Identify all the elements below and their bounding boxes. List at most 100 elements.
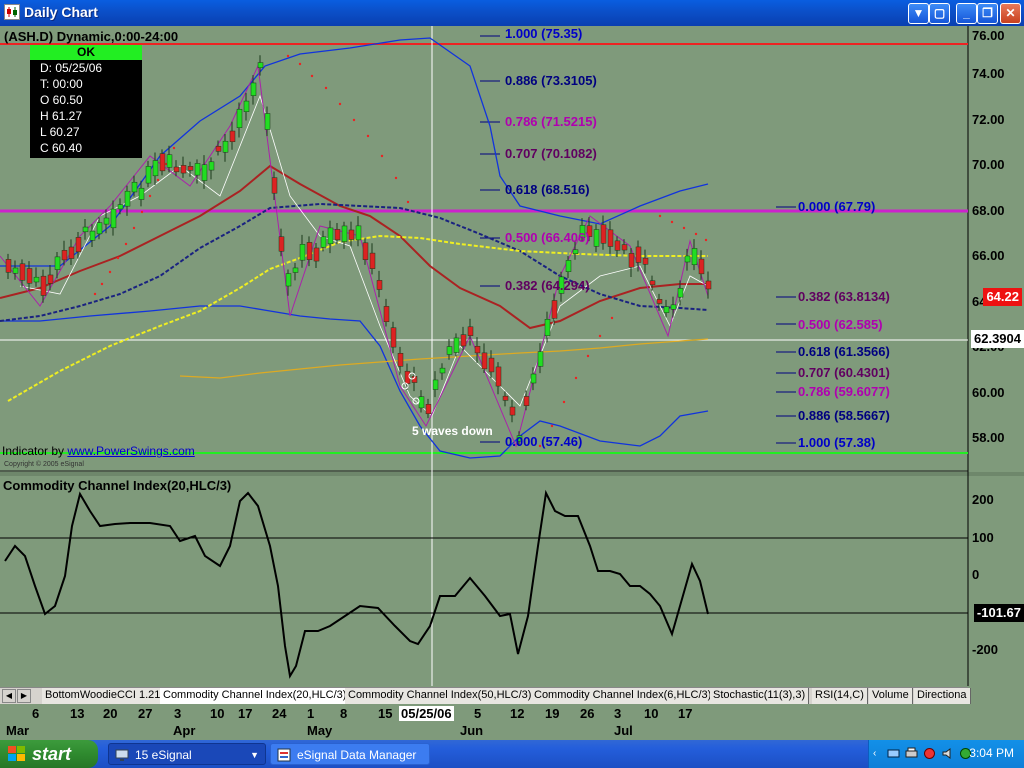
tab-cci-50[interactable]: Commodity Channel Index(50,HLC/3) bbox=[345, 688, 536, 704]
candle-body bbox=[565, 260, 572, 272]
window-title: Daily Chart bbox=[24, 4, 98, 20]
windows-taskbar: start 15 eSignal ▼ eSignal Data Manager … bbox=[0, 740, 1024, 768]
tab-stochastic[interactable]: Stochastic(11(3),3) bbox=[710, 688, 810, 704]
study-tab-strip: ◀ ▶ BottomWoodieCCI 1.21 Commodity Chann… bbox=[0, 687, 971, 704]
candle-body bbox=[89, 230, 96, 241]
dropdown-button[interactable]: ▼ bbox=[908, 3, 929, 24]
speaker-icon[interactable] bbox=[941, 747, 954, 760]
minimize-button[interactable]: _ bbox=[956, 3, 977, 24]
start-button[interactable]: start bbox=[0, 740, 98, 768]
candle-body bbox=[509, 406, 516, 416]
fib-label: 0.886 (58.5667) bbox=[798, 408, 890, 423]
printer-icon[interactable] bbox=[905, 747, 918, 760]
month-tick: Apr bbox=[173, 723, 196, 738]
month-tick: May bbox=[307, 723, 333, 738]
date-tick: 10 bbox=[210, 706, 225, 721]
price-axis-label: 72.00 bbox=[972, 112, 1005, 127]
date-tick: 12 bbox=[510, 706, 525, 721]
candle-body bbox=[495, 366, 502, 387]
candle-body bbox=[474, 345, 481, 354]
month-tick: Jun bbox=[460, 723, 484, 738]
network-icon[interactable] bbox=[887, 747, 900, 760]
candle-body bbox=[208, 161, 215, 171]
candle-body bbox=[432, 379, 439, 390]
status-badge: OK bbox=[30, 45, 142, 60]
float-button[interactable]: ▢ bbox=[929, 3, 950, 24]
taskbar-item-label: eSignal Data Manager bbox=[297, 748, 417, 762]
last-price-tag: 64.22 bbox=[983, 288, 1022, 306]
candle-body bbox=[103, 217, 110, 225]
fib-label: 0.500 (62.585) bbox=[798, 317, 883, 332]
security-icon[interactable] bbox=[923, 747, 936, 760]
candle-body bbox=[236, 108, 243, 128]
candle-body bbox=[152, 160, 159, 177]
candle-body bbox=[488, 357, 495, 373]
date-tick: 17 bbox=[678, 706, 693, 721]
fib-label: 0.786 (71.5215) bbox=[505, 114, 597, 129]
cci-axis-label: 200 bbox=[972, 492, 994, 507]
candle-body bbox=[418, 396, 425, 409]
tab-rsi[interactable]: RSI(14,C) bbox=[812, 688, 868, 704]
taskbar-item-esignal-group[interactable]: 15 eSignal ▼ bbox=[108, 743, 266, 765]
fib-label: 0.786 (59.6077) bbox=[798, 384, 890, 399]
fib-label: 0.707 (70.1082) bbox=[505, 146, 597, 161]
restore-button[interactable]: ❐ bbox=[977, 3, 998, 24]
candle-body bbox=[642, 257, 649, 265]
candle-body bbox=[117, 204, 124, 210]
sma-100 bbox=[7, 234, 708, 402]
title-bar[interactable]: Daily Chart ▼ ▢ _ ❐ ✕ bbox=[0, 0, 1024, 26]
date-tick: 26 bbox=[580, 706, 595, 721]
candle-body bbox=[614, 240, 621, 251]
candle-body bbox=[390, 327, 397, 348]
month-tick: Mar bbox=[6, 723, 30, 738]
date-tick: 13 bbox=[70, 706, 85, 721]
price-axis-label: 70.00 bbox=[972, 157, 1005, 172]
data-row-open: O 60.50 bbox=[40, 93, 83, 107]
candle-body bbox=[306, 242, 313, 260]
candle-body bbox=[166, 154, 173, 168]
tab-directional[interactable]: Directiona bbox=[914, 688, 971, 704]
tab-scroll-left-icon[interactable]: ◀ bbox=[2, 689, 16, 703]
candle-body bbox=[383, 306, 390, 322]
windows-logo-icon bbox=[8, 746, 25, 761]
candle-body bbox=[250, 82, 257, 96]
candle-body bbox=[369, 252, 376, 269]
candle-body bbox=[54, 256, 61, 270]
fib-label: 0.707 (60.4301) bbox=[798, 365, 890, 380]
candle-body bbox=[460, 334, 467, 347]
candle-body bbox=[201, 164, 208, 181]
candle-body bbox=[677, 288, 684, 298]
candle-body bbox=[453, 337, 460, 353]
candle-body bbox=[187, 166, 194, 171]
candle-body bbox=[271, 177, 278, 194]
tab-volume[interactable]: Volume bbox=[869, 688, 913, 704]
candle-body bbox=[285, 273, 292, 287]
close-button[interactable]: ✕ bbox=[1000, 3, 1021, 24]
date-tick: 20 bbox=[103, 706, 118, 721]
taskbar-item-data-manager[interactable]: eSignal Data Manager bbox=[270, 743, 430, 765]
candle-body bbox=[600, 224, 607, 244]
date-tick: 15 bbox=[378, 706, 393, 721]
candle-body bbox=[12, 267, 19, 274]
fib-label: 0.000 (67.79) bbox=[798, 199, 876, 214]
date-tick: 8 bbox=[340, 706, 348, 721]
candle-body bbox=[26, 268, 33, 284]
date-axis: 6 13 20 27 3 10 17 24 1 8 15 05/25/06 5 … bbox=[0, 704, 968, 740]
candle-body bbox=[313, 247, 320, 262]
date-tick: 3 bbox=[174, 706, 182, 721]
candle-body bbox=[656, 299, 663, 304]
candle-body bbox=[698, 258, 705, 275]
monitor-icon bbox=[115, 749, 129, 761]
powerswings-link[interactable]: www.PowerSwings.com bbox=[67, 444, 194, 458]
system-tray: ‹ 3:04 PM bbox=[868, 740, 1024, 768]
chart-area[interactable]: 76.00 74.00 72.00 70.00 68.00 66.00 64.0… bbox=[0, 26, 1024, 686]
tab-cci-20[interactable]: Commodity Channel Index(20,HLC/3) bbox=[160, 688, 351, 704]
tab-cci-6[interactable]: Commodity Channel Index(6,HLC/3) bbox=[531, 688, 716, 704]
tab-scroll-right-icon[interactable]: ▶ bbox=[17, 689, 31, 703]
price-axis-label: 76.00 bbox=[972, 28, 1005, 43]
tray-expand-icon[interactable]: ‹ bbox=[873, 748, 876, 759]
tab-bottom-woodie-cci[interactable]: BottomWoodieCCI 1.21 bbox=[42, 688, 165, 704]
price-axis-label: 58.00 bbox=[972, 430, 1005, 445]
fib-label: 0.382 (63.8134) bbox=[798, 289, 890, 304]
group-arrow-icon: ▼ bbox=[250, 750, 259, 760]
